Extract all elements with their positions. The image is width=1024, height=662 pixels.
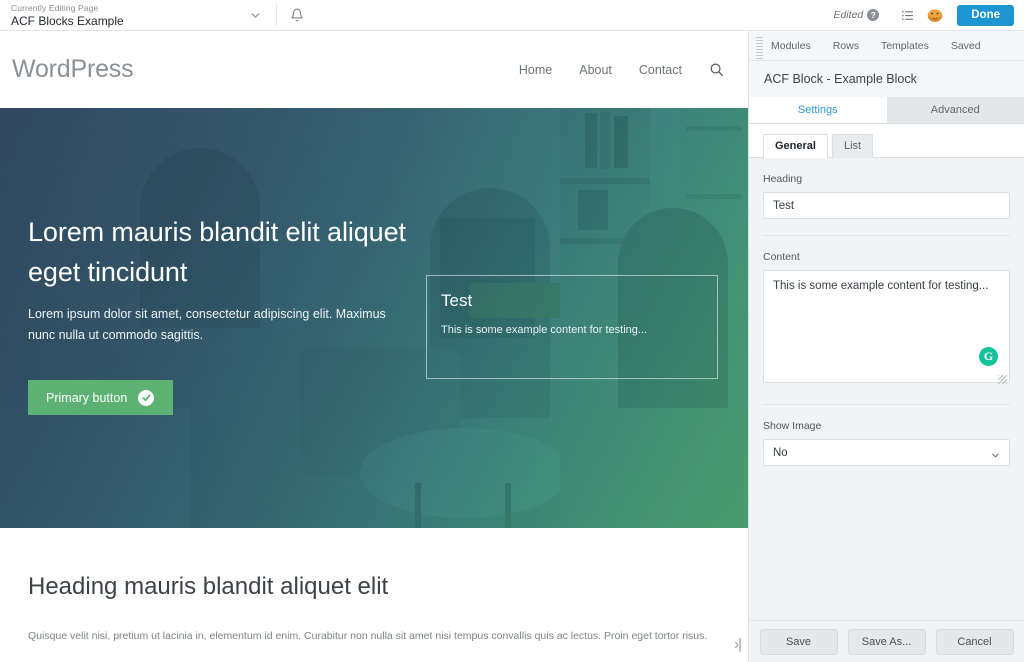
- chevron-down-icon[interactable]: [235, 0, 276, 30]
- edited-label: Edited: [833, 9, 864, 21]
- panel-tab-templates[interactable]: Templates: [881, 40, 929, 52]
- show-image-select-wrapper: No: [763, 439, 1010, 466]
- show-image-select[interactable]: No: [763, 439, 1010, 466]
- builder-screen: Currently Editing Page ACF Blocks Exampl…: [0, 0, 1024, 662]
- nav-link-contact[interactable]: Contact: [639, 63, 682, 77]
- save-as-button[interactable]: Save As...: [847, 628, 926, 655]
- field-show-image-label: Show Image: [763, 420, 822, 432]
- field-heading: Heading: [763, 158, 1010, 236]
- hero-primary-button[interactable]: Primary button: [28, 380, 173, 415]
- cancel-button[interactable]: Cancel: [935, 628, 1014, 655]
- tab-advanced[interactable]: Advanced: [886, 97, 1024, 123]
- content-textarea-wrapper: G: [763, 270, 1010, 388]
- acf-block-content: This is some example content for testing…: [441, 324, 648, 336]
- field-content: Content G: [763, 236, 1010, 405]
- hero-heading: Lorem mauris blandit elit aliquet eget t…: [28, 217, 406, 287]
- admin-bar-actions: Edited ? Done: [833, 0, 1024, 30]
- hero-primary-button-label: Primary button: [46, 390, 128, 405]
- panel-footer: Save Save As... Cancel: [749, 620, 1024, 662]
- panel-tab-saved[interactable]: Saved: [951, 40, 981, 52]
- edited-status: Edited ?: [833, 9, 880, 21]
- search-icon[interactable]: [709, 62, 724, 77]
- save-button[interactable]: Save: [759, 628, 838, 655]
- panel-title: ACF Block - Example Block: [749, 61, 1024, 97]
- grammar-assistant-icon[interactable]: G: [979, 347, 998, 366]
- site-logo[interactable]: WordPress: [12, 55, 134, 84]
- beaver-builder-icon[interactable]: [921, 2, 949, 28]
- content-textarea[interactable]: [763, 270, 1010, 383]
- hero-content: Lorem mauris blandit elit aliquet eget t…: [0, 108, 748, 528]
- nav-link-about[interactable]: About: [579, 63, 612, 77]
- admin-bar: Currently Editing Page ACF Blocks Exampl…: [0, 0, 1024, 31]
- below-hero-section: Heading mauris blandit aliquet elit Quis…: [0, 528, 748, 644]
- subtab-general[interactable]: General: [763, 134, 828, 158]
- panel-tab-rows[interactable]: Rows: [833, 40, 859, 52]
- field-content-label: Content: [763, 251, 800, 263]
- nav-link-home[interactable]: Home: [519, 63, 552, 77]
- site-preview-canvas: WordPress Home About Contact Lorem mauri…: [0, 31, 748, 662]
- tab-settings[interactable]: Settings: [749, 97, 887, 123]
- editing-eyebrow: Currently Editing Page: [11, 2, 99, 13]
- bell-icon[interactable]: [277, 0, 317, 30]
- outline-list-icon[interactable]: [893, 2, 921, 28]
- current-page-info: Currently Editing Page ACF Blocks Exampl…: [0, 0, 235, 30]
- help-icon[interactable]: ?: [867, 9, 880, 21]
- check-circle-icon: [138, 389, 155, 406]
- field-heading-label: Heading: [763, 173, 803, 185]
- drag-grip-icon[interactable]: [756, 37, 763, 59]
- field-show-image: Show Image No: [763, 405, 1010, 466]
- section-heading: Heading mauris blandit aliquet elit: [28, 573, 389, 600]
- hero-paragraph: Lorem ipsum dolor sit amet, consectetur …: [28, 307, 386, 342]
- panel-fields: Heading Content G Show Image No: [749, 158, 1024, 620]
- panel-segment-tabs: Settings Advanced: [749, 97, 1024, 124]
- builder-settings-panel: Modules Rows Templates Saved ACF Block -…: [748, 31, 1024, 662]
- expand-panel-icon[interactable]: ›|: [734, 636, 742, 653]
- heading-input[interactable]: [763, 192, 1010, 219]
- panel-top-tabs: Modules Rows Templates Saved: [749, 31, 1024, 61]
- site-nav: Home About Contact: [519, 62, 724, 77]
- acf-block-heading: Test: [441, 291, 473, 310]
- hero-section: Lorem mauris blandit elit aliquet eget t…: [0, 108, 748, 528]
- acf-block-preview[interactable]: Test This is some example content for te…: [426, 275, 718, 379]
- editing-page-name: ACF Blocks Example: [11, 13, 124, 28]
- panel-sub-tabs: General List: [749, 124, 1024, 158]
- subtab-list[interactable]: List: [831, 134, 874, 158]
- site-header: WordPress Home About Contact: [0, 31, 748, 108]
- section-paragraph: Quisque velit nisi, pretium ut lacinia i…: [28, 630, 708, 642]
- done-button[interactable]: Done: [957, 4, 1014, 26]
- panel-tab-modules[interactable]: Modules: [771, 40, 811, 52]
